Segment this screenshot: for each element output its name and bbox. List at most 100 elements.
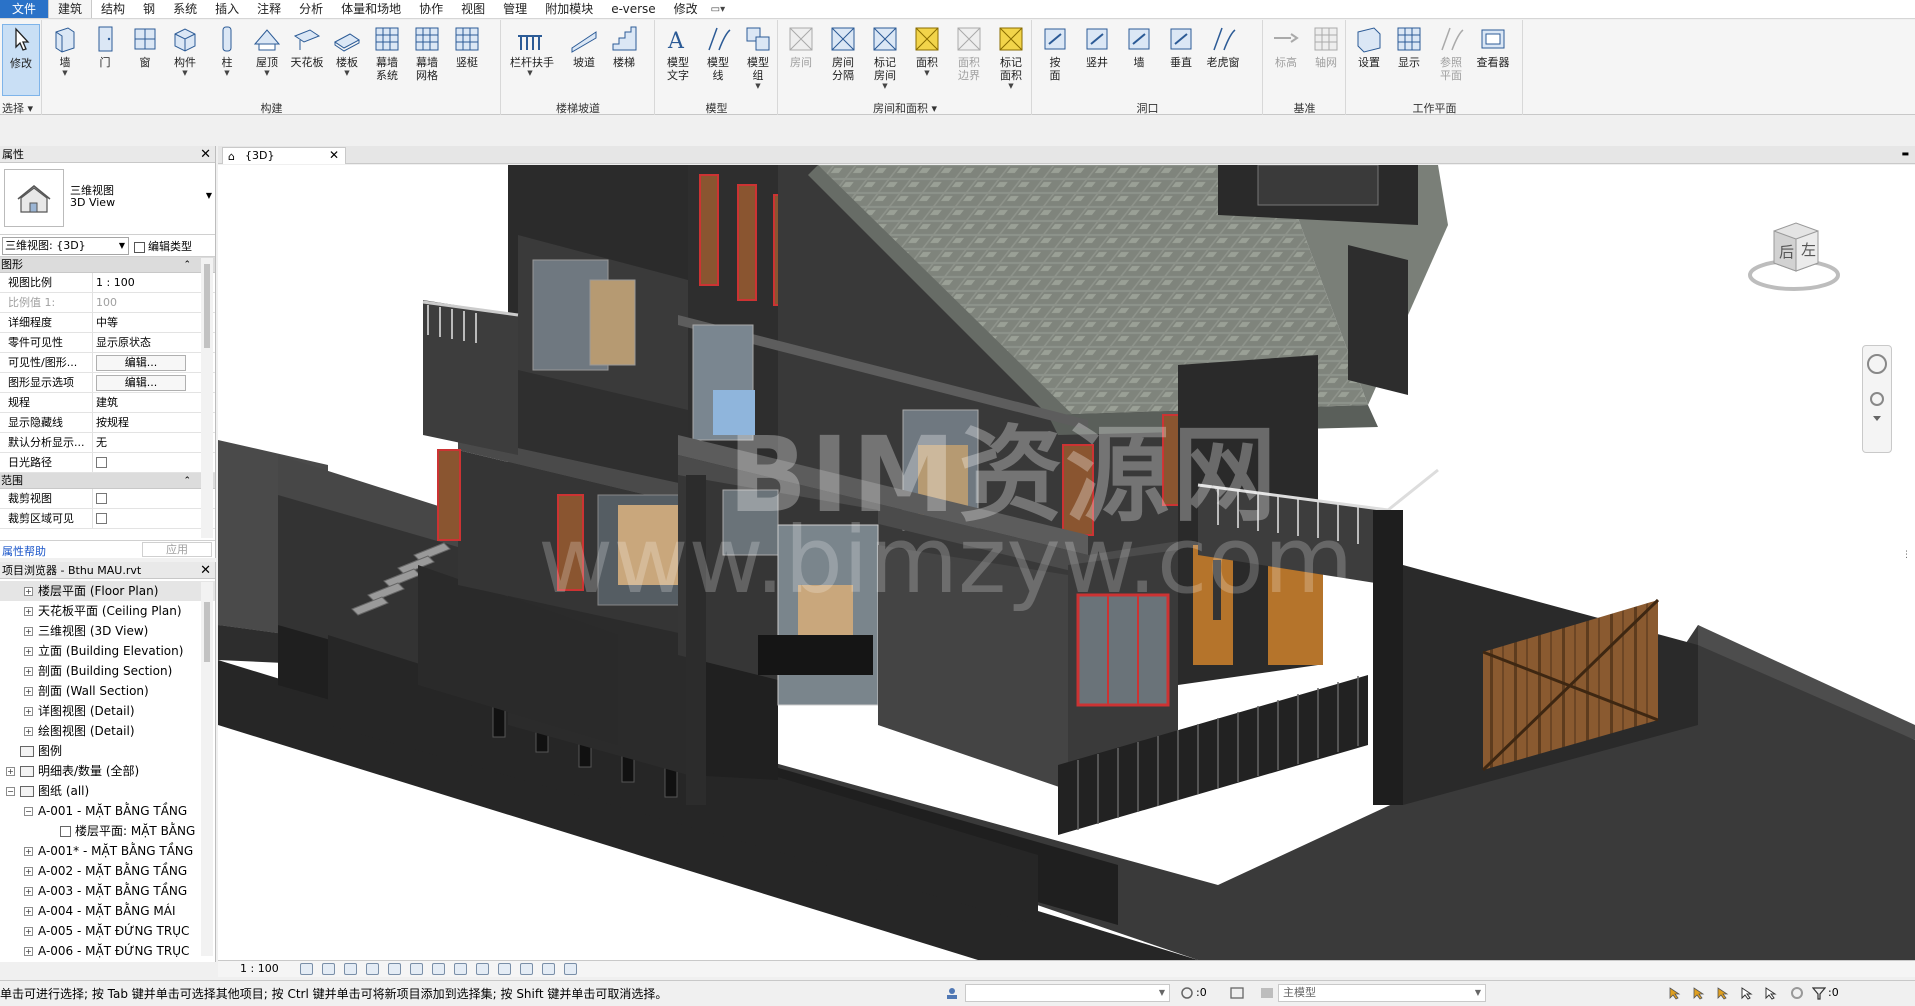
expand-icon[interactable]: +: [24, 607, 33, 616]
column-button[interactable]: 柱 ▼: [207, 24, 247, 77]
viewer-button[interactable]: 查看器: [1473, 24, 1513, 69]
tree-node[interactable]: + 立面 (Building Elevation): [0, 641, 215, 661]
analytical-model-icon[interactable]: [542, 963, 555, 975]
tab-3d-view[interactable]: ⌂ {3D} ✕: [222, 147, 346, 164]
tab-steel[interactable]: 钢: [134, 0, 164, 18]
prop-value-view-scale[interactable]: 1 : 100: [93, 273, 197, 292]
drag-elements-icon[interactable]: [1764, 986, 1778, 1000]
tab-analyze[interactable]: 分析: [290, 0, 332, 18]
design-option-icon[interactable]: [1260, 986, 1274, 1000]
crop-region-visible-checkbox[interactable]: [96, 513, 107, 524]
zoom-icon[interactable]: [1870, 392, 1884, 406]
editing-requests-icon[interactable]: [1180, 986, 1194, 1000]
browser-scrollbar[interactable]: [201, 582, 213, 956]
room-area-dropdown[interactable]: 房间和面积 ▾: [779, 100, 1031, 115]
tree-node[interactable]: + A-005 - MẶT ĐỨNG TRỤC: [0, 921, 215, 941]
select-underlay-icon[interactable]: [1692, 986, 1706, 1000]
detail-level-icon[interactable]: [300, 963, 313, 975]
vertical-button[interactable]: 垂直: [1161, 24, 1201, 69]
tree-leaf-item[interactable]: 楼层平面: MẶT BẰNG: [0, 821, 215, 841]
ref-plane-button[interactable]: 参照 平面: [1431, 24, 1471, 82]
crop-view-icon[interactable]: [410, 963, 423, 975]
expand-icon[interactable]: +: [24, 667, 33, 676]
properties-scrollbar[interactable]: [201, 258, 213, 538]
workset-select[interactable]: ▼: [965, 984, 1170, 1002]
show-workplane-button[interactable]: 显示: [1389, 24, 1429, 69]
tree-node[interactable]: + A-006 - MẶT ĐỨNG TRỤC: [0, 941, 215, 961]
prop-value-visibility-graphics[interactable]: 编辑...: [93, 353, 197, 372]
tab-structure[interactable]: 结构: [92, 0, 134, 18]
crop-view-checkbox[interactable]: [96, 493, 107, 504]
close-icon[interactable]: ✕: [200, 562, 211, 579]
expand-icon[interactable]: +: [24, 627, 33, 636]
tag-room-button[interactable]: 标记 房间 ▼: [865, 24, 905, 90]
expand-icon[interactable]: +: [24, 727, 33, 736]
model-line-button[interactable]: 模型 线: [698, 24, 738, 82]
expand-icon[interactable]: −: [24, 807, 33, 816]
wall-opening-button[interactable]: 墙: [1119, 24, 1159, 69]
expand-icon[interactable]: +: [24, 887, 33, 896]
wall-button[interactable]: 墙 ▼: [45, 24, 85, 77]
edit-button[interactable]: 编辑...: [96, 375, 186, 391]
tree-node[interactable]: + A-001* - MẶT BẰNG TẦNG: [0, 841, 215, 861]
design-option-select[interactable]: 主模型 ▼: [1278, 984, 1486, 1002]
tree-node[interactable]: + A-002 - MẶT BẰNG TẦNG: [0, 861, 215, 881]
ramp-button[interactable]: 坡道: [564, 24, 604, 69]
reveal-hidden-icon[interactable]: [498, 963, 511, 975]
level-button[interactable]: 标高: [1266, 24, 1306, 69]
render-icon[interactable]: [388, 963, 401, 975]
highlight-displacement-icon[interactable]: [564, 963, 577, 975]
close-icon[interactable]: ✕: [200, 146, 211, 163]
expand-icon[interactable]: +: [24, 707, 33, 716]
tab-e-verse[interactable]: e-verse: [602, 0, 664, 18]
railing-button[interactable]: 栏杆扶手 ▼: [510, 24, 554, 77]
door-button[interactable]: 门: [85, 24, 125, 69]
sun-path-icon[interactable]: [344, 963, 357, 975]
tree-node[interactable]: + 绘图视图 (Detail): [0, 721, 215, 741]
room-button[interactable]: 房间: [781, 24, 821, 69]
expand-icon[interactable]: −: [6, 787, 15, 796]
tab-manage[interactable]: 管理: [494, 0, 536, 18]
visual-style-icon[interactable]: [322, 963, 335, 975]
design-options-icon[interactable]: [1230, 986, 1244, 1000]
tree-node[interactable]: 图例: [0, 741, 215, 761]
tree-node[interactable]: + A-003 - MẶT BẰNG TẦNG: [0, 881, 215, 901]
lock-view-icon[interactable]: [454, 963, 467, 975]
tree-node[interactable]: + 天花板平面 (Ceiling Plan): [0, 601, 215, 621]
tree-node[interactable]: − A-001 - MẶT BẰNG TẦNG: [0, 801, 215, 821]
tab-modify[interactable]: 修改: [665, 0, 707, 18]
window-button[interactable]: 窗: [125, 24, 165, 69]
expand-icon[interactable]: +: [24, 847, 33, 856]
tree-node[interactable]: + A-004 - MẶT BẰNG MÁI: [0, 901, 215, 921]
prop-value-graphic-display-options[interactable]: 编辑...: [93, 373, 197, 392]
crop-region-icon[interactable]: [432, 963, 445, 975]
viewcube[interactable]: 后 左: [1746, 213, 1842, 297]
view-scale[interactable]: 1 : 100: [240, 962, 279, 975]
tab-insert[interactable]: 插入: [206, 0, 248, 18]
expand-icon[interactable]: +: [24, 687, 33, 696]
apply-button[interactable]: 应用: [142, 542, 212, 557]
drawing-canvas-3d[interactable]: BIM资源网 www.bimzyw.com 后 左 ⋮: [218, 165, 1915, 960]
tab-architecture[interactable]: 建筑: [48, 0, 93, 18]
splitter-handle-icon[interactable]: ⋮: [1902, 550, 1911, 560]
group-extents[interactable]: 范围 ⌃: [0, 473, 215, 489]
roof-button[interactable]: 屋顶 ▼: [247, 24, 287, 77]
shaft-button[interactable]: 竖井: [1077, 24, 1117, 69]
grid-button[interactable]: 轴网: [1306, 24, 1346, 69]
prop-value-discipline[interactable]: 建筑: [93, 393, 197, 412]
tab-massing-site[interactable]: 体量和场地: [332, 0, 410, 18]
ribbon-options-icon[interactable]: ▭▾: [711, 0, 725, 18]
worksets-icon[interactable]: [945, 986, 959, 1000]
expand-icon[interactable]: +: [24, 867, 33, 876]
expand-icon[interactable]: +: [24, 907, 33, 916]
select-dropdown[interactable]: 选择 ▾: [0, 100, 41, 115]
prop-value-sun-path[interactable]: [93, 453, 197, 472]
curtain-grid-button[interactable]: 幕墙 网格: [407, 24, 447, 82]
view-instance-select[interactable]: 三维视图: {3D} ▼: [2, 237, 129, 255]
dormer-button[interactable]: 老虎窗: [1203, 24, 1243, 69]
edit-button[interactable]: 编辑...: [96, 355, 186, 371]
expand-icon[interactable]: +: [24, 927, 33, 936]
prop-value-default-analysis-display[interactable]: 无: [93, 433, 197, 452]
properties-help-link[interactable]: 属性帮助: [2, 543, 46, 559]
mullion-button[interactable]: 竖梃: [447, 24, 487, 69]
